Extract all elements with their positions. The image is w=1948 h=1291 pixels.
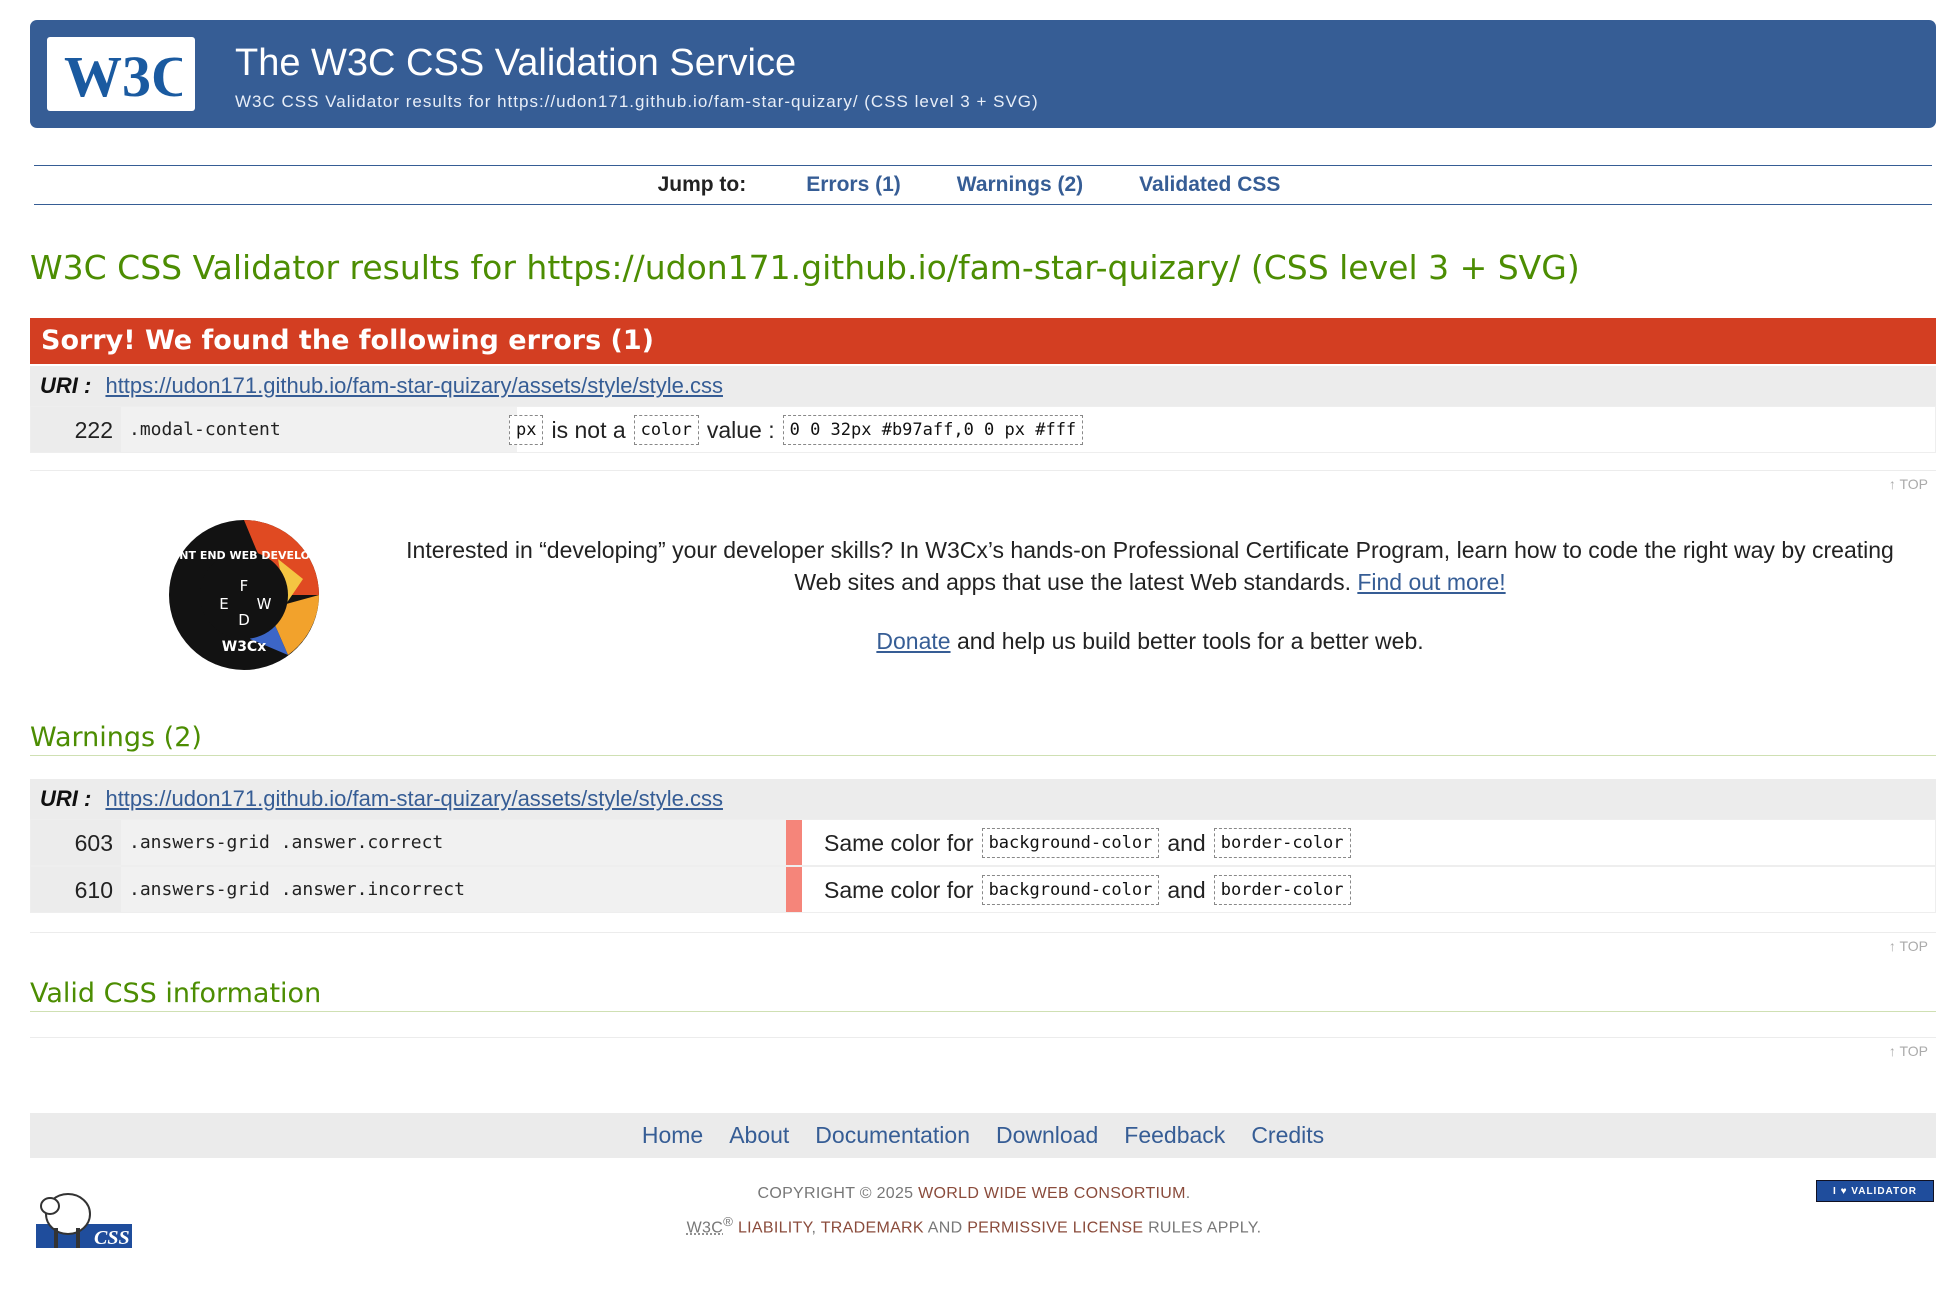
- footer-nav: Home About Documentation Download Feedba…: [30, 1113, 1936, 1158]
- page: W3C The W3C CSS Validation Service W3C C…: [0, 0, 1948, 1291]
- donate-link[interactable]: Donate: [876, 628, 950, 654]
- donate-line: Donate and help us build better tools fo…: [395, 628, 1905, 655]
- warning-message: Same color for background-color and bord…: [824, 820, 1351, 865]
- uri-label: URI :: [40, 373, 92, 398]
- message-text: Same color for: [824, 829, 974, 856]
- svg-text:F: F: [240, 577, 249, 595]
- code-value: border-color: [1213, 874, 1351, 905]
- i-love-validator-badge[interactable]: I ♥ VALIDATOR: [1816, 1180, 1934, 1202]
- warning-message: Same color for background-color and bord…: [824, 867, 1351, 912]
- fwd-badge[interactable]: FRONT END WEB DEVELOPER W3Cx F E W D: [154, 519, 335, 676]
- message-text: and: [1167, 876, 1206, 903]
- divider: [30, 1037, 1936, 1038]
- copyright: COPYRIGHT © 2025 WORLD WIDE WEB CONSORTI…: [0, 1180, 1948, 1242]
- line-number: 222: [31, 407, 121, 452]
- code-value: 0 0 32px #b97aff,0 0 px #fff: [782, 414, 1084, 445]
- svg-text:W3C: W3C: [64, 44, 182, 104]
- warning-level-bar: [786, 867, 802, 912]
- footer-link-documentation[interactable]: Documentation: [815, 1122, 970, 1149]
- svg-text:FRONT END WEB DEVELOPER: FRONT END WEB DEVELOPER: [168, 549, 320, 562]
- w3c-logo[interactable]: W3C: [47, 37, 195, 111]
- code-value: background-color: [981, 827, 1160, 858]
- svg-text:W: W: [257, 595, 272, 613]
- top-link[interactable]: ↑ TOP: [1889, 938, 1928, 954]
- w3c-org-link[interactable]: WORLD WIDE WEB CONSORTIUM: [918, 1185, 1186, 1202]
- message-text: Same color for: [824, 876, 974, 903]
- fwd-badge-image: FRONT END WEB DEVELOPER W3Cx F E W D: [154, 520, 335, 670]
- svg-text:E: E: [219, 595, 228, 613]
- code-value: background-color: [981, 874, 1160, 905]
- find-out-more-link[interactable]: Find out more!: [1357, 569, 1505, 595]
- errors-heading: Sorry! We found the following errors (1): [30, 318, 1936, 364]
- warnings-heading: Warnings (2): [30, 722, 1936, 756]
- divider: [30, 470, 1936, 471]
- top-link[interactable]: ↑ TOP: [1889, 1043, 1928, 1059]
- svg-text:W3Cx: W3Cx: [222, 639, 267, 655]
- jump-warnings-link[interactable]: Warnings (2): [957, 173, 1083, 197]
- jump-errors-link[interactable]: Errors (1): [806, 173, 901, 197]
- line-number: 610: [31, 867, 121, 912]
- jump-validated-link[interactable]: Validated CSS: [1139, 173, 1280, 197]
- errors-uri-link[interactable]: https://udon171.github.io/fam-star-quiza…: [105, 373, 723, 398]
- permissive-license-link[interactable]: PERMISSIVE LICENSE: [967, 1219, 1143, 1236]
- promo-body: Interested in “developing” your develope…: [406, 537, 1894, 595]
- footer-link-about[interactable]: About: [729, 1122, 789, 1149]
- page-subtitle: W3C CSS Validator results for https://ud…: [235, 92, 1039, 111]
- top-link[interactable]: ↑ TOP: [1889, 476, 1928, 492]
- uri-label: URI :: [40, 786, 92, 811]
- code-value: color: [633, 414, 699, 445]
- trademark-link[interactable]: TRADEMARK: [821, 1219, 924, 1236]
- jump-label: Jump to:: [657, 173, 747, 196]
- donate-text: and help us build better tools for a bet…: [956, 628, 1424, 654]
- code-value: border-color: [1213, 827, 1351, 858]
- footer-link-credits[interactable]: Credits: [1251, 1122, 1324, 1149]
- warning-row: 603 .answers-grid .answer.correct Same c…: [30, 819, 1936, 866]
- errors-uri-row: URI : https://udon171.github.io/fam-star…: [30, 366, 1936, 406]
- promo-text: Interested in “developing” your develope…: [395, 534, 1905, 598]
- warning-level-bar: [786, 820, 802, 865]
- header-banner: W3C The W3C CSS Validation Service W3C C…: [30, 20, 1936, 128]
- error-row: 222 .modal-content px is not a color val…: [30, 406, 1936, 453]
- jump-nav: Jump to: Errors (1) Warnings (2) Validat…: [34, 165, 1932, 205]
- line-number: 603: [31, 820, 121, 865]
- error-message: px is not a color value : 0 0 32px #b97a…: [509, 407, 1084, 452]
- footer-link-home[interactable]: Home: [642, 1122, 703, 1149]
- divider: [30, 932, 1936, 933]
- message-text: and: [1167, 829, 1206, 856]
- warnings-uri-link[interactable]: https://udon171.github.io/fam-star-quiza…: [105, 786, 723, 811]
- license-line: W3C® LIABILITY, TRADEMARK AND PERMISSIVE…: [686, 1214, 1262, 1237]
- code-value: px: [509, 414, 544, 445]
- selector: .answers-grid .answer.correct: [121, 820, 786, 865]
- results-title: W3C CSS Validator results for https://ud…: [30, 248, 1580, 287]
- w3c-abbr: W3C: [686, 1219, 724, 1237]
- selector: .answers-grid .answer.incorrect: [121, 867, 786, 912]
- page-title: The W3C CSS Validation Service: [235, 42, 797, 84]
- warning-row: 610 .answers-grid .answer.incorrect Same…: [30, 866, 1936, 913]
- selector: .modal-content: [121, 407, 517, 452]
- svg-text:D: D: [238, 611, 250, 629]
- footer-link-feedback[interactable]: Feedback: [1124, 1122, 1225, 1149]
- w3c-logo-mark: W3C: [64, 44, 182, 104]
- message-text: value :: [706, 416, 775, 443]
- message-text: is not a: [551, 416, 626, 443]
- liability-link[interactable]: LIABILITY: [738, 1219, 812, 1236]
- footer-link-download[interactable]: Download: [996, 1122, 1098, 1149]
- copyright-line: COPYRIGHT © 2025 WORLD WIDE WEB CONSORTI…: [757, 1185, 1191, 1202]
- valid-css-heading: Valid CSS information: [30, 978, 1936, 1012]
- warnings-uri-row: URI : https://udon171.github.io/fam-star…: [30, 779, 1936, 819]
